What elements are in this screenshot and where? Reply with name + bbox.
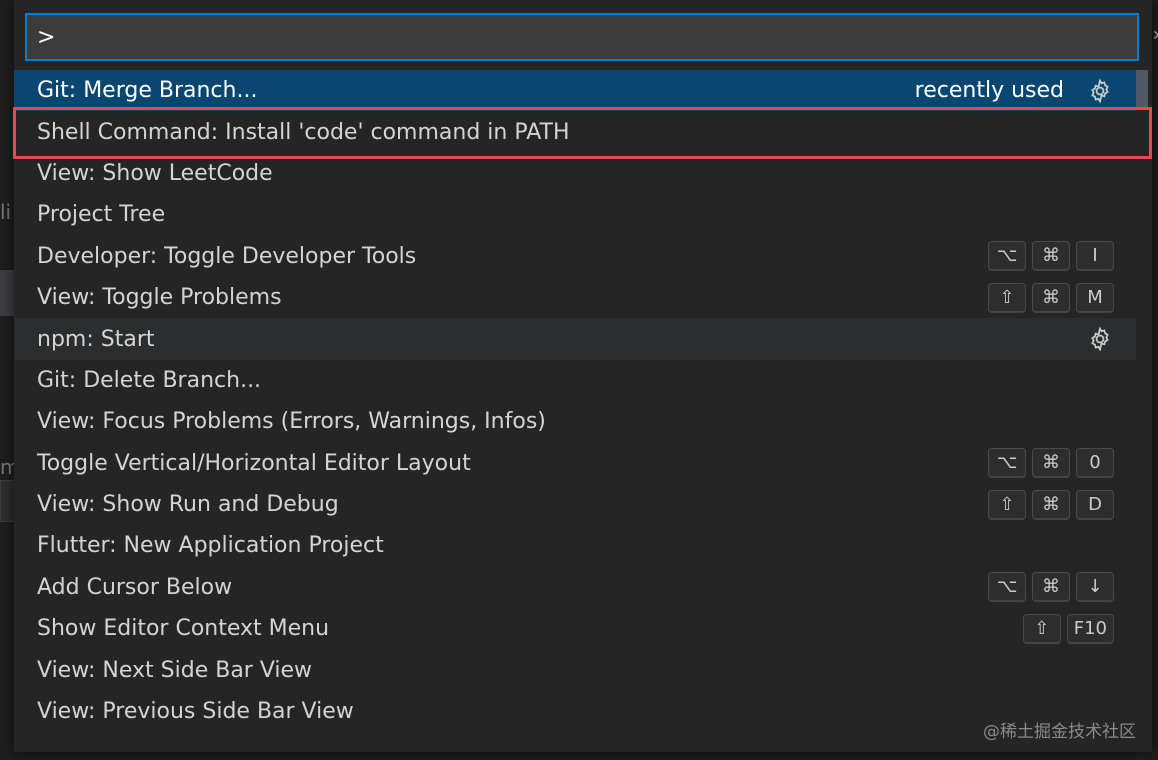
command-item[interactable]: Toggle Vertical/Horizontal Editor Layout…	[14, 443, 1136, 484]
command-item-meta: ⇧ ⌘ M	[988, 282, 1114, 313]
keybinding-key: ⌥	[988, 241, 1026, 272]
command-item-label: Developer: Toggle Developer Tools	[37, 243, 417, 269]
keybinding-key: ⌥	[988, 448, 1026, 479]
command-item-label: Add Cursor Below	[37, 574, 233, 600]
keybinding-key: I	[1076, 241, 1114, 272]
command-item-label: Toggle Vertical/Horizontal Editor Layout	[37, 450, 471, 476]
command-item[interactable]: Git: Merge Branch... recently used	[14, 70, 1136, 112]
keybinding-key: ⌘	[1032, 241, 1070, 272]
command-item-label: Git: Delete Branch...	[37, 367, 262, 393]
background-editor-tab	[0, 270, 14, 316]
command-input[interactable]	[27, 15, 1137, 59]
command-item-label: npm: Start	[37, 326, 155, 352]
command-item-label: Flutter: New Application Project	[37, 533, 384, 559]
command-item[interactable]: Project Tree	[14, 194, 1136, 235]
command-list: Git: Merge Branch... recently used Shell C…	[14, 70, 1136, 732]
scrollbar-thumb[interactable]	[1136, 70, 1148, 108]
command-item[interactable]: View: Previous Side Bar View	[14, 691, 1136, 732]
command-item-meta: ⌥ ⌘ 0	[988, 448, 1114, 479]
command-item[interactable]: View: Focus Problems (Errors, Warnings, …	[14, 401, 1136, 442]
command-item-meta: ⌥ ⌘ ↓	[988, 572, 1114, 603]
command-item-label: Shell Command: Install 'code' command in…	[37, 119, 570, 145]
command-item[interactable]: View: Show Run and Debug ⇧ ⌘ D	[14, 484, 1136, 525]
command-item-label: Git: Merge Branch...	[37, 78, 258, 104]
recently-used-tag: recently used	[914, 78, 1064, 104]
background-text: li	[0, 200, 12, 224]
command-item-label: Show Editor Context Menu	[37, 616, 330, 642]
command-item[interactable]: npm: Start	[14, 318, 1136, 360]
command-item-meta	[1086, 325, 1114, 353]
keybinding-key: D	[1076, 489, 1114, 520]
keybinding-key: ⇧	[988, 282, 1026, 313]
command-item-label: View: Next Side Bar View	[37, 657, 313, 683]
command-item-label: View: Show Run and Debug	[37, 492, 339, 518]
keybinding-key: ⌘	[1032, 489, 1070, 520]
keybinding-key: ↓	[1076, 572, 1114, 603]
keybinding-key: ⇧	[988, 489, 1026, 520]
command-item[interactable]: Flutter: New Application Project	[14, 525, 1136, 566]
keybinding-key: M	[1076, 282, 1114, 313]
keybinding-key: ⌘	[1032, 448, 1070, 479]
command-item[interactable]: View: Toggle Problems ⇧ ⌘ M	[14, 277, 1136, 318]
command-palette: ✕ Git: Merge Branch... recently used Shell…	[14, 0, 1158, 752]
gear-icon[interactable]	[1086, 325, 1114, 353]
command-item[interactable]: View: Next Side Bar View	[14, 649, 1136, 690]
keybinding-key: 0	[1076, 448, 1114, 479]
gear-icon[interactable]	[1086, 77, 1114, 105]
command-item[interactable]: Git: Delete Branch...	[14, 360, 1136, 401]
command-item[interactable]: Shell Command: Install 'code' command in…	[14, 111, 1136, 152]
screen: li m ✕ Git: Merge Branch...recently used…	[0, 0, 1158, 760]
command-item-label: View: Focus Problems (Errors, Warnings, …	[37, 409, 546, 435]
watermark: @稀土掘金技术社区	[983, 722, 1136, 742]
command-item-meta: ⌥ ⌘ I	[988, 241, 1114, 272]
keybinding-key: ⌘	[1032, 282, 1070, 313]
keybinding-key: F10	[1066, 613, 1114, 644]
command-item-meta: recently used	[915, 77, 1114, 105]
command-item[interactable]: Show Editor Context Menu ⇧ F10	[14, 608, 1136, 649]
command-item-label: Project Tree	[37, 202, 166, 228]
keybinding-key: ⌘	[1032, 572, 1070, 603]
command-item-label: View: Toggle Problems	[37, 285, 282, 311]
command-item[interactable]: View: Show LeetCode	[14, 153, 1136, 194]
command-item-meta: ⇧ ⌘ D	[988, 489, 1114, 520]
command-item-meta: ⇧ F10	[1022, 613, 1114, 644]
command-item[interactable]: Developer: Toggle Developer Tools ⌥ ⌘ I	[14, 236, 1136, 277]
command-item-label: View: Show LeetCode	[37, 160, 273, 186]
close-icon[interactable]: ✕	[1152, 28, 1158, 44]
command-input-box[interactable]	[25, 13, 1139, 61]
command-item[interactable]: Add Cursor Below ⌥ ⌘ ↓	[14, 567, 1136, 608]
command-item-label: View: Previous Side Bar View	[37, 699, 354, 725]
keybinding-key: ⇧	[1022, 613, 1061, 644]
keybinding-key: ⌥	[988, 572, 1026, 603]
